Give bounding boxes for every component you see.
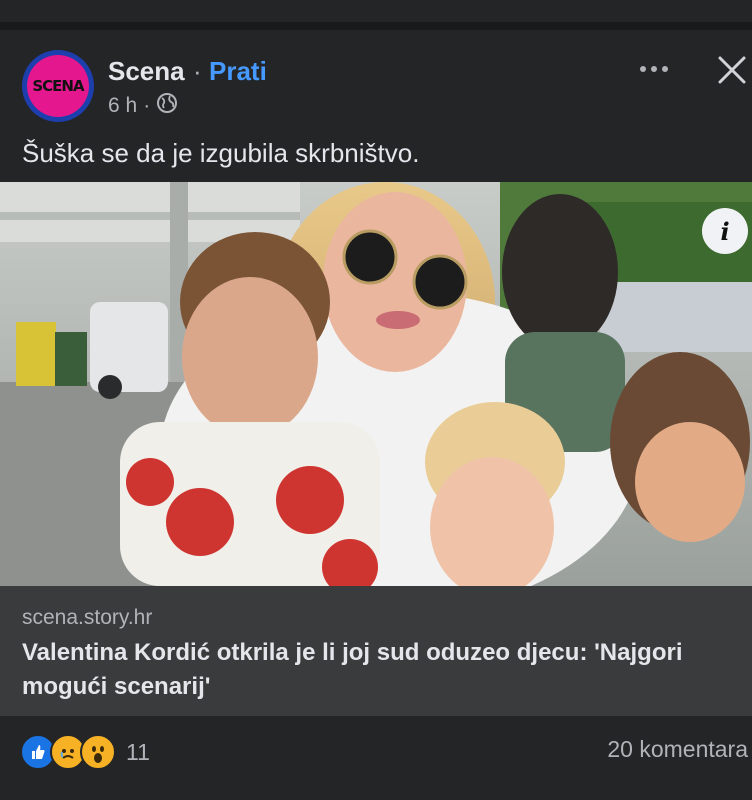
follow-button[interactable]: Prati [209, 56, 267, 87]
link-headline[interactable]: Valentina Kordić otkrila je li joj sud o… [22, 636, 732, 704]
more-horizontal-icon [640, 66, 646, 72]
page-name[interactable]: Scena [108, 56, 185, 87]
name-separator: · [193, 56, 202, 86]
link-domain: scena.story.hr [22, 606, 153, 629]
post-time[interactable]: 6 h [108, 94, 137, 118]
globe-icon [156, 92, 178, 120]
comments-count-link[interactable]: 20 komentara [607, 736, 748, 763]
info-icon[interactable]: i [702, 208, 748, 254]
avatar-logo: SCENA [27, 55, 89, 117]
wow-reaction-icon [80, 734, 116, 770]
top-nav-bar [0, 0, 752, 22]
post-caption: Šuška se da je izgubila skrbništvo. [22, 138, 420, 168]
more-options-button[interactable] [634, 52, 674, 86]
close-button[interactable] [712, 50, 752, 90]
close-icon [718, 56, 746, 84]
reactions-summary[interactable]: 11 [20, 734, 150, 770]
meta-separator: · [143, 94, 151, 117]
photo-illustration [0, 182, 752, 586]
reaction-count: 11 [126, 738, 150, 765]
feed-separator [0, 22, 752, 30]
post-image[interactable] [0, 182, 752, 586]
post-meta: 6 h · [108, 92, 178, 120]
page-avatar[interactable]: SCENA [22, 50, 94, 122]
